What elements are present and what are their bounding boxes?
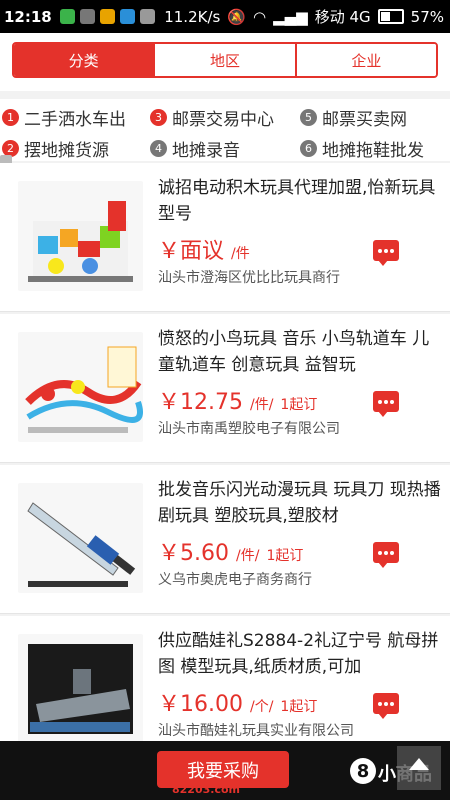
tab-region[interactable]: 地区 (153, 44, 295, 76)
tab-bar: 分类 地区 企业 (0, 33, 450, 91)
product-title[interactable]: 供应酷娃礼S2884-2礼辽宁号 航母拼图 模型玩具,纸质材质,可加 (158, 628, 443, 680)
product-price: ￥12.75 /件/ 1起订 (158, 384, 317, 416)
mail-icon (79, 9, 95, 24)
message-icon (99, 9, 115, 24)
battery-icon (377, 9, 404, 24)
rank-badge: 6 (300, 140, 317, 157)
site-watermark: 82203.com (172, 783, 240, 796)
price-value: ￥12.75 (158, 390, 243, 415)
hot-link[interactable]: 3 邮票交易中心 (150, 105, 274, 130)
signal-icon: ▂▄▆ (273, 7, 308, 26)
hot-link[interactable]: 2 摆地摊货源 (2, 136, 109, 161)
price-value: ￥16.00 (158, 692, 243, 717)
hot-link[interactable]: 5 邮票买卖网 (300, 105, 407, 130)
product-image[interactable] (18, 332, 143, 442)
product-list: 诚招电动积木玩具代理加盟,怡新玩具型号 ￥面议 /件 汕头市澄海区优比比玩具商行… (0, 163, 450, 767)
price-unit: /件 (231, 246, 250, 262)
product-card[interactable]: 诚招电动积木玩具代理加盟,怡新玩具型号 ￥面议 /件 汕头市澄海区优比比玩具商行 (0, 163, 450, 312)
chat-icon[interactable] (373, 391, 399, 417)
product-image[interactable] (18, 634, 143, 744)
segmented-tabs: 分类 地区 企业 (12, 42, 438, 78)
company-name: 义乌市奥虎电子商务商行 (158, 572, 312, 588)
product-title[interactable]: 诚招电动积木玩具代理加盟,怡新玩具型号 (158, 175, 443, 227)
min-order: 1起订 (280, 397, 318, 413)
hot-link[interactable]: 4 地摊录音 (150, 136, 240, 161)
rank-badge: 5 (300, 109, 317, 126)
price-unit: /件/ (236, 548, 260, 564)
app-notification-icon (59, 9, 75, 24)
hot-link-label: 二手洒水车出 (24, 110, 126, 130)
rank-badge: 4 (150, 140, 167, 157)
company-name: 汕头市酷娃礼玩具实业有限公司 (158, 723, 354, 739)
carrier-label: 移动 4G (314, 8, 371, 26)
status-bar: 12:18 11.2K/s 🔕 ◠ ▂▄▆ 移动 4G 57% (0, 0, 450, 33)
product-title[interactable]: 批发音乐闪光动漫玩具 玩具刀 现热播剧玩具 塑胶玩具,塑胶材 (158, 477, 443, 529)
app-notification-icon (119, 9, 135, 24)
hot-link-label: 邮票买卖网 (322, 110, 407, 130)
product-price: ￥16.00 /个/ 1起订 (158, 686, 317, 718)
company-name: 汕头市南禹塑胶电子有限公司 (158, 421, 340, 437)
product-title[interactable]: 愤怒的小鸟玩具 音乐 小鸟轨道车 儿童轨道车 创意玩具 益智玩 (158, 326, 443, 378)
chat-icon[interactable] (373, 693, 399, 719)
status-time: 12:18 (4, 7, 52, 26)
price-unit: /个/ (249, 699, 274, 715)
product-image[interactable] (18, 181, 143, 291)
company-name: 汕头市澄海区优比比玩具商行 (158, 270, 340, 286)
battery-percent: 57% (410, 7, 444, 26)
hot-link-label: 地摊录音 (172, 141, 240, 161)
tab-category[interactable]: 分类 (14, 44, 154, 76)
chat-icon[interactable] (373, 542, 399, 568)
hot-links: 1 二手洒水车出 3 邮票交易中心 5 邮票买卖网 2 摆地摊货源 4 地摊录音… (0, 99, 450, 161)
mute-icon: 🔕 (227, 7, 247, 26)
price-value: ￥面议 (158, 239, 225, 264)
min-order: 1起订 (280, 699, 318, 715)
product-price: ￥面议 /件 (158, 233, 250, 265)
notification-icons (59, 9, 155, 24)
price-value: ￥5.60 (158, 541, 229, 566)
rank-badge: 3 (150, 109, 167, 126)
android-icon (139, 9, 155, 24)
hot-link[interactable]: 1 二手洒水车出 (2, 105, 126, 130)
chat-icon[interactable] (373, 240, 399, 266)
tab-company[interactable]: 企业 (294, 44, 436, 76)
product-image[interactable] (18, 483, 143, 593)
hot-link-label: 摆地摊货源 (24, 141, 109, 161)
price-unit: /件/ (249, 397, 274, 413)
hot-link-label: 地摊拖鞋批发 (322, 141, 424, 161)
hot-link-label: 邮票交易中心 (172, 110, 274, 130)
site-logo-mark: 8 (350, 758, 376, 784)
product-card[interactable]: 批发音乐闪光动漫玩具 玩具刀 现热播剧玩具 塑胶玩具,塑胶材 ￥5.60 /件/… (0, 465, 450, 614)
hot-link[interactable]: 6 地摊拖鞋批发 (300, 136, 424, 161)
min-order: 1起订 (266, 548, 304, 564)
product-card[interactable]: 愤怒的小鸟玩具 音乐 小鸟轨道车 儿童轨道车 创意玩具 益智玩 ￥12.75 /… (0, 314, 450, 463)
scroll-to-top-button[interactable] (397, 746, 441, 790)
product-price: ￥5.60 /件/ 1起订 (158, 535, 303, 567)
network-speed: 11.2K/s (164, 7, 221, 26)
wifi-icon: ◠ (253, 7, 267, 26)
rank-badge: 1 (2, 109, 19, 126)
